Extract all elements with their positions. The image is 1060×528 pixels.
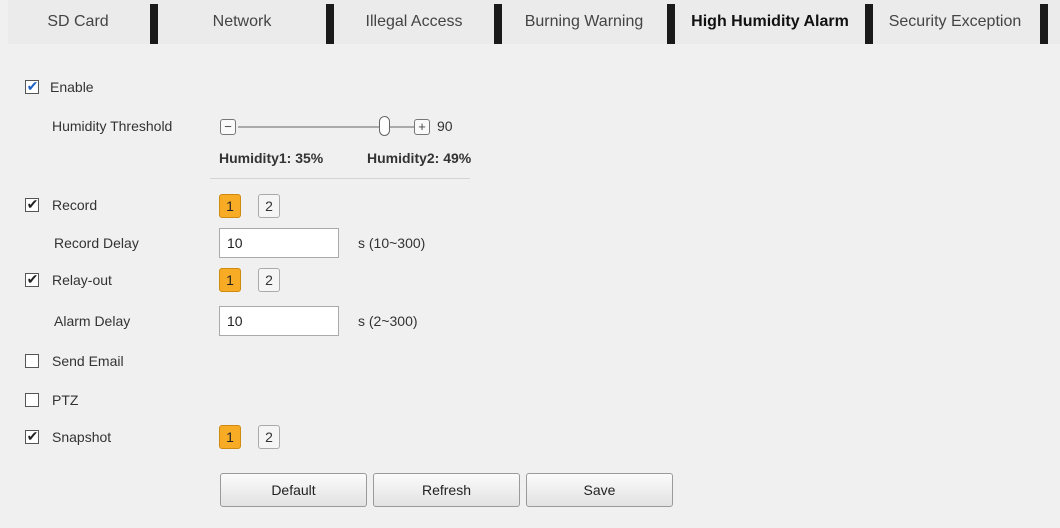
ptz-checkbox[interactable]: ✔	[25, 393, 39, 407]
check-icon: ✔	[26, 196, 39, 212]
alarm-settings-page: SD Card Network Illegal Access Burning W…	[0, 0, 1060, 528]
snapshot-label: Snapshot	[52, 429, 112, 445]
record-checkbox[interactable]: ✔	[25, 196, 39, 212]
ptz-label: PTZ	[52, 392, 79, 408]
relay-out-channel-1-button[interactable]: 1	[219, 268, 241, 292]
default-button[interactable]: Default	[220, 473, 367, 507]
humidity-threshold-value: 90	[437, 118, 453, 134]
alarm-delay-input[interactable]	[219, 306, 339, 336]
record-channel-2-button[interactable]: 2	[258, 194, 280, 218]
tab-burning-warning[interactable]: Burning Warning	[502, 0, 666, 44]
alarm-delay-unit: s (2~300)	[358, 313, 418, 329]
enable-label: Enable	[50, 79, 94, 95]
tab-illegal-access[interactable]: Illegal Access	[334, 0, 494, 44]
save-button[interactable]: Save	[526, 473, 673, 507]
enable-checkbox[interactable]: ✔	[25, 78, 39, 94]
minus-icon[interactable]: −	[220, 119, 236, 135]
plus-icon[interactable]: +	[414, 119, 430, 135]
tab-security-exception[interactable]: Security Exception	[872, 0, 1038, 44]
tab-high-humidity-alarm[interactable]: High Humidity Alarm	[675, 0, 865, 44]
check-icon: ✔	[26, 271, 39, 287]
tab-separator	[667, 4, 675, 44]
record-delay-label: Record Delay	[54, 235, 139, 251]
record-delay-unit: s (10~300)	[358, 235, 426, 251]
snapshot-channel-1-button[interactable]: 1	[219, 425, 241, 449]
relay-out-channel-2-button[interactable]: 2	[258, 268, 280, 292]
tab-separator	[494, 4, 502, 44]
check-icon: ✔	[26, 78, 39, 94]
humidity1-reading: Humidity1: 35%	[219, 150, 324, 166]
relay-out-checkbox[interactable]: ✔	[25, 271, 39, 287]
section-divider	[210, 178, 470, 179]
tab-separator	[1040, 4, 1048, 44]
tab-sd-card[interactable]: SD Card	[8, 0, 148, 44]
relay-out-label: Relay-out	[52, 272, 112, 288]
tab-separator	[326, 4, 334, 44]
check-icon: ✔	[26, 428, 39, 444]
snapshot-checkbox[interactable]: ✔	[25, 428, 39, 444]
tab-network[interactable]: Network	[158, 0, 326, 44]
refresh-button[interactable]: Refresh	[373, 473, 520, 507]
tab-separator	[150, 4, 158, 44]
humidity2-reading: Humidity2: 49%	[367, 150, 472, 166]
record-label: Record	[52, 197, 98, 213]
snapshot-channel-2-button[interactable]: 2	[258, 425, 280, 449]
send-email-checkbox[interactable]: ✔	[25, 354, 39, 368]
record-channel-1-button[interactable]: 1	[219, 194, 241, 218]
tab-bar: SD Card Network Illegal Access Burning W…	[8, 0, 1060, 44]
alarm-delay-label: Alarm Delay	[54, 313, 131, 329]
send-email-label: Send Email	[52, 353, 124, 369]
humidity-slider-handle[interactable]	[379, 116, 390, 136]
humidity-threshold-label: Humidity Threshold	[52, 118, 173, 134]
record-delay-input[interactable]	[219, 228, 339, 258]
